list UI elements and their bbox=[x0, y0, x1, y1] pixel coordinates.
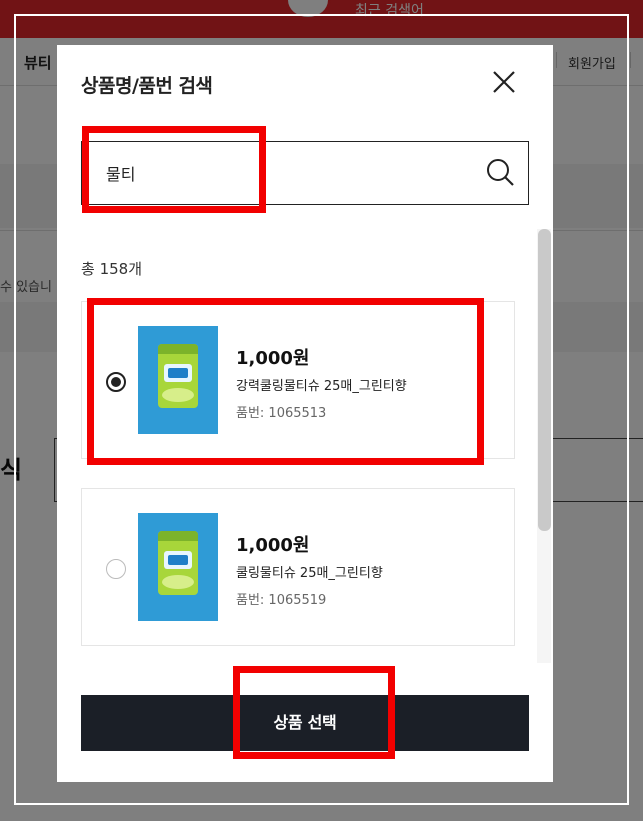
product-thumbnail bbox=[138, 326, 218, 434]
product-price: 1,000원 bbox=[236, 348, 310, 369]
close-button[interactable] bbox=[489, 67, 519, 97]
search-box bbox=[81, 141, 529, 205]
select-product-button[interactable]: 상품 선택 bbox=[81, 695, 529, 751]
product-name: 강력쿨링물티슈 25매_그린티향 bbox=[236, 379, 407, 394]
product-card[interactable]: 1,000원 쿨링물티슈 25매_그린티향 품번: 1065519 bbox=[81, 488, 515, 646]
modal-title: 상품명/품번 검색 bbox=[81, 75, 213, 97]
search-button[interactable] bbox=[484, 156, 518, 190]
product-search-modal: 상품명/품번 검색 총 158개 1,000원 강력쿨링물티슈 25매_그린티향… bbox=[57, 45, 553, 782]
product-name: 쿨링물티슈 25매_그린티향 bbox=[236, 566, 383, 581]
product-code: 품번: 1065519 bbox=[236, 593, 327, 608]
product-price: 1,000원 bbox=[236, 535, 310, 556]
total-prefix: 총 bbox=[81, 260, 100, 278]
close-icon bbox=[493, 71, 515, 93]
product-card[interactable]: 1,000원 강력쿨링물티슈 25매_그린티향 품번: 1065513 bbox=[81, 301, 515, 459]
search-input[interactable] bbox=[82, 142, 482, 204]
product-thumbnail bbox=[138, 513, 218, 621]
product-radio-selected[interactable] bbox=[106, 372, 126, 392]
total-count: 158개 bbox=[99, 260, 143, 278]
product-code: 품번: 1065513 bbox=[236, 406, 327, 421]
scrollbar-thumb[interactable] bbox=[538, 229, 551, 531]
search-icon bbox=[487, 159, 514, 186]
result-total: 총 158개 bbox=[81, 258, 142, 279]
product-radio[interactable] bbox=[106, 559, 126, 579]
product-list: 1,000원 강력쿨링물티슈 25매_그린티향 품번: 1065513 1,00… bbox=[81, 301, 515, 661]
